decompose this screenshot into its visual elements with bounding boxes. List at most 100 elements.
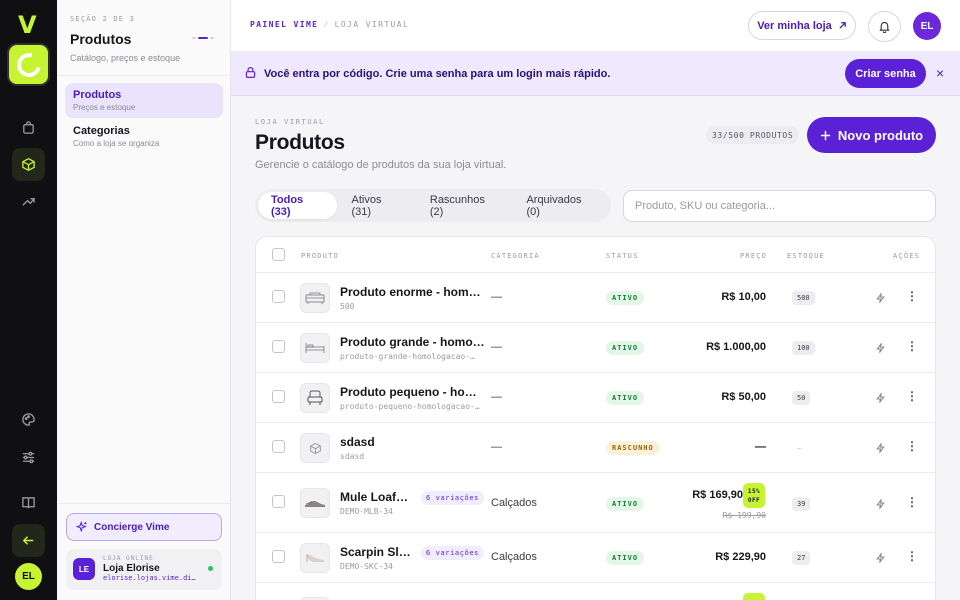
- more-actions-icon[interactable]: ⋮: [906, 495, 918, 509]
- product-name[interactable]: sdasd: [340, 435, 485, 449]
- more-actions-icon[interactable]: ⋮: [906, 439, 918, 453]
- more-actions-icon[interactable]: ⋮: [906, 289, 918, 303]
- concierge-label: Concierge Vime: [94, 521, 170, 533]
- new-product-button[interactable]: Novo produto: [807, 117, 936, 153]
- stock-badge: 39: [792, 497, 811, 511]
- more-actions-icon[interactable]: ⋮: [906, 549, 918, 563]
- stock-badge: —: [797, 444, 802, 452]
- external-arrow-icon: [839, 22, 846, 29]
- rail-analytics-button[interactable]: [12, 185, 45, 218]
- view-store-button[interactable]: Ver minha loja: [748, 11, 856, 40]
- product-thumbnail: [300, 488, 330, 518]
- sidebar-item-produtos[interactable]: Produtos Preços e estoque: [65, 83, 223, 118]
- row-checkbox[interactable]: [272, 440, 285, 453]
- bolt-icon[interactable]: [875, 442, 886, 454]
- status-badge: ATIVO: [606, 391, 645, 405]
- tab-arquivados[interactable]: Arquivados (0): [513, 192, 608, 219]
- table-row[interactable]: [256, 583, 935, 600]
- sidebar-subtitle: Catálogo, preços e estoque: [70, 53, 181, 63]
- store-card[interactable]: LE LOJA ONLINE Loja Elorise elorise.loja…: [66, 549, 222, 590]
- concierge-button[interactable]: Concierge Vime: [66, 513, 222, 541]
- banner-text: Você entra por código. Crie uma senha pa…: [264, 68, 611, 80]
- variations-badge: 6 variações: [421, 491, 484, 505]
- product-thumbnail: [300, 433, 330, 463]
- product-name[interactable]: Produto grande - homol…: [340, 335, 485, 349]
- discount-badge: 15% OFF: [743, 483, 765, 508]
- create-password-button[interactable]: Criar senha: [845, 59, 926, 88]
- product-price: R$ 169,90: [692, 489, 743, 501]
- stock-badge: 50: [792, 391, 811, 405]
- product-name[interactable]: Mule Loafer …: [340, 490, 413, 504]
- store-app-icon: [12, 48, 46, 82]
- table-row[interactable]: Scarpin Slin… 6 variações DEMO-SKC-34 Ca…: [256, 533, 935, 583]
- row-checkbox[interactable]: [272, 495, 285, 508]
- row-checkbox[interactable]: [272, 290, 285, 303]
- product-thumbnail: [300, 383, 330, 413]
- product-price: R$ 10,00: [721, 291, 766, 303]
- bolt-icon[interactable]: [875, 392, 886, 404]
- store-url: elorise.lojas.vime.di…: [103, 574, 196, 582]
- sidebar-item-categorias[interactable]: Categorias Como a loja se organiza: [65, 119, 223, 154]
- product-price: R$ 50,00: [721, 391, 766, 403]
- table-row[interactable]: Produto pequeno - homo… produto-pequeno-…: [256, 373, 935, 423]
- status-badge: ATIVO: [606, 341, 645, 355]
- product-sku: 500: [340, 302, 355, 311]
- rail-settings-button[interactable]: [12, 441, 45, 474]
- close-banner-icon[interactable]: ×: [936, 65, 944, 81]
- bolt-icon[interactable]: [875, 292, 886, 304]
- online-status-dot: [208, 566, 213, 571]
- bolt-icon[interactable]: [875, 342, 886, 354]
- section-label: SEÇÃO 2 DE 3: [70, 15, 135, 23]
- row-checkbox[interactable]: [272, 390, 285, 403]
- table-header: PRODUTO CATEGORIA STATUS PREÇO ESTOQUE A…: [256, 237, 935, 273]
- rail-theme-button[interactable]: [12, 403, 45, 436]
- rail-orders-button[interactable]: [12, 111, 45, 144]
- status-badge: ATIVO: [606, 291, 645, 305]
- select-all-checkbox[interactable]: [272, 248, 285, 261]
- product-name[interactable]: Scarpin Slin…: [340, 545, 413, 559]
- store-app-button[interactable]: [7, 43, 50, 86]
- main-content: PAINEL VIME / LOJA VIRTUAL Ver minha loja …: [231, 0, 960, 600]
- product-sku: produto-grande-homologacao-…: [340, 352, 475, 361]
- product-category: —: [491, 291, 502, 303]
- box-icon: [22, 157, 35, 172]
- table-row[interactable]: sdasd sdasd — RASCUNHO — — ⋮: [256, 423, 935, 473]
- rail-back-button[interactable]: [12, 524, 45, 557]
- rail-products-button[interactable]: [12, 148, 45, 181]
- product-name[interactable]: Produto pequeno - homo…: [340, 385, 485, 399]
- variations-badge: 6 variações: [421, 546, 484, 560]
- tab-ativos[interactable]: Ativos (31): [339, 192, 415, 219]
- breadcrumb: PAINEL VIME / LOJA VIRTUAL: [250, 20, 410, 29]
- product-sku: DEMO-MLB-34: [340, 507, 393, 516]
- product-count-badge: 33/500 PRODUTOS: [706, 126, 800, 144]
- bolt-icon[interactable]: [875, 498, 886, 510]
- product-category: —: [491, 441, 502, 453]
- header-price: PREÇO: [740, 252, 768, 260]
- tab-rascunhos[interactable]: Rascunhos (2): [417, 192, 512, 219]
- product-name[interactable]: Produto enorme - homol…: [340, 285, 485, 299]
- breadcrumb-root[interactable]: PAINEL VIME: [250, 20, 318, 29]
- tab-todos[interactable]: Todos (33): [258, 192, 337, 219]
- plus-icon: [820, 130, 830, 140]
- table-row[interactable]: Mule Loafer … 6 variações DEMO-MLB-34 Ca…: [256, 473, 935, 533]
- profile-avatar[interactable]: EL: [913, 12, 941, 40]
- table-row[interactable]: Produto grande - homol… produto-grande-h…: [256, 323, 935, 373]
- armchair-icon: [307, 390, 323, 405]
- sidebar-item-sub: Preços e estoque: [73, 103, 136, 112]
- user-avatar[interactable]: EL: [15, 563, 42, 590]
- more-actions-icon[interactable]: ⋮: [906, 389, 918, 403]
- more-actions-icon[interactable]: ⋮: [906, 339, 918, 353]
- notifications-button[interactable]: [868, 11, 901, 42]
- row-checkbox[interactable]: [272, 550, 285, 563]
- search-input[interactable]: Produto, SKU ou categoria...: [623, 190, 936, 222]
- status-badge: ATIVO: [606, 551, 645, 565]
- rail-docs-button[interactable]: [12, 486, 45, 519]
- bolt-icon[interactable]: [875, 552, 886, 564]
- package-placeholder-icon: [309, 442, 321, 454]
- table-row[interactable]: Produto enorme - homol… 500 — ATIVO R$ 1…: [256, 273, 935, 323]
- status-badge: ATIVO: [606, 497, 645, 511]
- view-store-label: Ver minha loja: [757, 19, 832, 32]
- row-checkbox[interactable]: [272, 340, 285, 353]
- header-status: STATUS: [606, 252, 639, 260]
- store-name: Loja Elorise: [103, 563, 160, 574]
